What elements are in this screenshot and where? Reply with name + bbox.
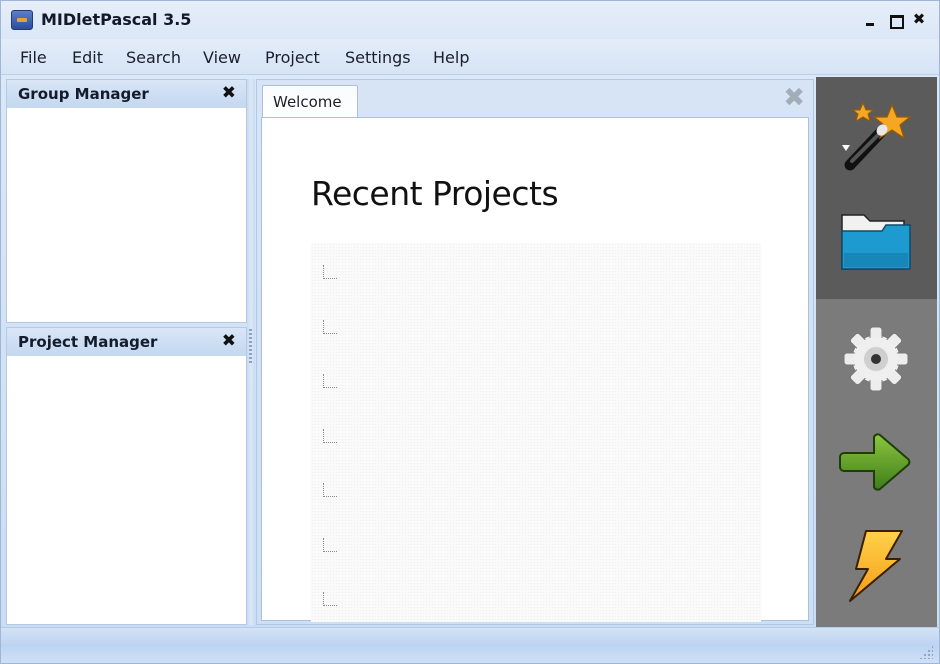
menu-project[interactable]: Project (265, 48, 320, 67)
recent-projects-heading: Recent Projects (311, 174, 559, 213)
resize-grip-icon[interactable] (919, 645, 933, 659)
splitter-grip-icon[interactable] (249, 329, 252, 365)
menu-search[interactable]: Search (126, 48, 181, 67)
magic-wand-icon (842, 101, 912, 171)
project-manager-title: Project Manager (18, 333, 158, 351)
tree-connector-icon (323, 320, 337, 334)
tree-connector-icon (323, 483, 337, 497)
maximize-button[interactable] (886, 10, 904, 29)
menu-file[interactable]: File (20, 48, 47, 67)
app-logo-icon (11, 10, 33, 30)
gear-icon (843, 326, 909, 392)
menu-help[interactable]: Help (433, 48, 469, 67)
tree-connector-icon (323, 538, 337, 552)
tree-connector-icon (323, 265, 337, 279)
tab-welcome[interactable]: Welcome (262, 85, 358, 118)
tab-welcome-label: Welcome (273, 93, 342, 111)
menu-edit[interactable]: Edit (72, 48, 103, 67)
recent-projects-list (311, 243, 761, 622)
group-manager-title: Group Manager (18, 85, 149, 103)
close-window-button[interactable]: ✖ (910, 10, 928, 28)
minimize-button[interactable] (861, 10, 879, 28)
welcome-page: Recent Projects (261, 117, 809, 622)
menu-bar: File Edit Search View Project Settings H… (1, 39, 939, 75)
open-project-button[interactable] (836, 201, 916, 281)
lightning-icon (849, 530, 903, 602)
recent-project-item[interactable] (323, 538, 743, 560)
document-area: Welcome ✖ Recent Projects (256, 79, 814, 625)
group-manager-close-button[interactable]: ✖ (222, 83, 236, 103)
folder-icon (841, 214, 911, 270)
menu-view[interactable]: View (203, 48, 241, 67)
menu-settings[interactable]: Settings (345, 48, 411, 67)
window-title: MIDletPascal 3.5 (41, 10, 192, 29)
arrow-right-icon (839, 433, 911, 491)
new-project-wizard-button[interactable] (836, 97, 916, 177)
recent-project-item[interactable] (323, 265, 743, 287)
build-button[interactable] (836, 525, 916, 605)
recent-project-item[interactable] (323, 320, 743, 342)
run-button[interactable] (836, 421, 916, 501)
project-manager-close-button[interactable]: ✖ (222, 331, 236, 351)
group-manager-header: Group Manager ✖ (7, 80, 246, 108)
project-manager-panel: Project Manager ✖ (6, 327, 247, 625)
tree-connector-icon (323, 374, 337, 388)
recent-project-item[interactable] (323, 374, 743, 396)
status-bar (1, 627, 939, 663)
recent-project-item[interactable] (323, 483, 743, 505)
project-manager-header: Project Manager ✖ (7, 328, 246, 356)
close-document-button[interactable]: ✖ (783, 84, 805, 112)
dock-splitter[interactable] (247, 79, 255, 625)
settings-button[interactable] (836, 319, 916, 399)
left-dock: Group Manager ✖ Project Manager ✖ (6, 79, 247, 625)
title-bar: MIDletPascal 3.5 ✖ (1, 1, 939, 39)
recent-project-item[interactable] (323, 592, 743, 614)
action-toolbar (816, 77, 937, 627)
tree-connector-icon (323, 429, 337, 443)
recent-project-item[interactable] (323, 429, 743, 451)
app-window: MIDletPascal 3.5 ✖ File Edit Search View… (0, 0, 940, 664)
tree-connector-icon (323, 592, 337, 606)
group-manager-panel: Group Manager ✖ (6, 79, 247, 323)
